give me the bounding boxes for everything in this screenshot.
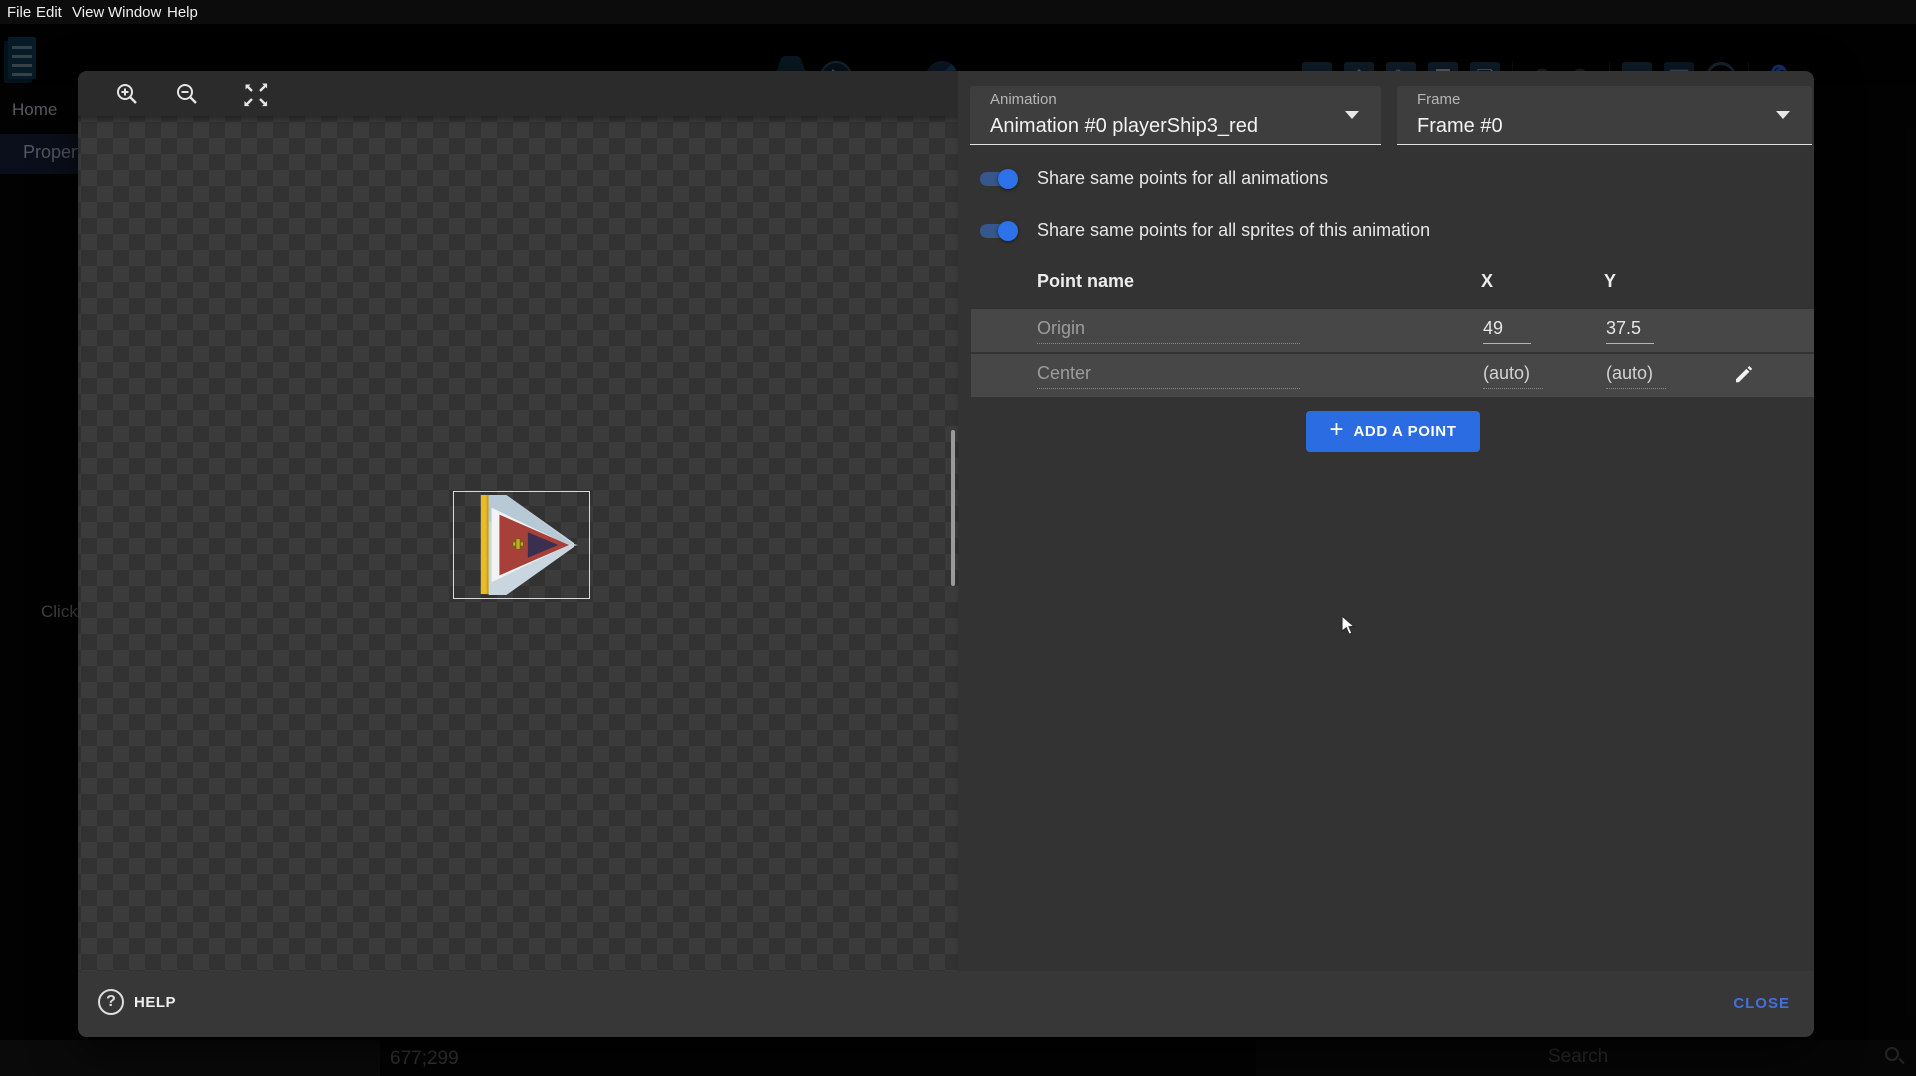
- sprite-selection-box[interactable]: [453, 491, 590, 599]
- add-point-label: ADD A POINT: [1354, 423, 1457, 440]
- column-header-x: X: [1481, 271, 1493, 292]
- edit-points-dialog: Animation Animation #0 playerShip3_red F…: [78, 71, 1814, 1037]
- app-window: File Edit View Window Help PREVIEW PUBLI…: [0, 0, 1916, 1076]
- canvas-toolbar: [78, 71, 958, 116]
- plus-icon: +: [1329, 418, 1343, 442]
- toggle-thumb: [998, 221, 1018, 241]
- column-header-point-name: Point name: [1037, 271, 1134, 292]
- dialog-footer: ? HELP CLOSE: [78, 971, 1814, 1037]
- close-button[interactable]: CLOSE: [1717, 991, 1806, 1016]
- table-row-center[interactable]: Center (auto) (auto): [971, 354, 1814, 397]
- menu-help[interactable]: Help: [167, 4, 198, 21]
- zoom-out-icon[interactable]: [175, 82, 199, 106]
- point-y-field[interactable]: (auto): [1606, 363, 1666, 389]
- frame-select-value: Frame #0: [1417, 115, 1503, 138]
- column-header-y: Y: [1604, 271, 1616, 292]
- animation-select-value: Animation #0 playerShip3_red: [990, 115, 1258, 138]
- mouse-cursor: [1341, 615, 1357, 642]
- fit-to-screen-icon[interactable]: [243, 82, 267, 106]
- point-name-field[interactable]: Origin: [1037, 318, 1300, 344]
- help-icon: ?: [98, 989, 124, 1015]
- edit-point-pencil-icon[interactable]: [1732, 362, 1756, 386]
- chevron-down-icon: [1345, 111, 1359, 119]
- share-all-sprites-toggle[interactable]: [978, 219, 1018, 243]
- point-name-field[interactable]: Center: [1037, 363, 1300, 389]
- point-x-field[interactable]: 49: [1483, 318, 1531, 344]
- chevron-down-icon: [1776, 111, 1790, 119]
- point-y-field[interactable]: 37.5: [1606, 318, 1654, 344]
- sprite-canvas[interactable]: [78, 116, 958, 971]
- point-x-field[interactable]: (auto): [1483, 363, 1543, 389]
- share-all-sprites-label: Share same points for all sprites of thi…: [1037, 220, 1430, 241]
- share-all-animations-label: Share same points for all animations: [1037, 168, 1328, 189]
- animation-select-label: Animation: [990, 91, 1057, 108]
- frame-select[interactable]: Frame Frame #0: [1397, 86, 1812, 145]
- menu-view[interactable]: View: [72, 4, 104, 21]
- menu-edit[interactable]: Edit: [36, 4, 62, 21]
- player-ship-sprite: [454, 492, 589, 598]
- menu-window[interactable]: Window: [108, 4, 161, 21]
- toggle-thumb: [998, 169, 1018, 189]
- share-points-animations-row: Share same points for all animations: [978, 167, 1018, 191]
- help-button[interactable]: ? HELP: [98, 989, 176, 1015]
- points-panel: Animation Animation #0 playerShip3_red F…: [958, 71, 1814, 971]
- animation-select[interactable]: Animation Animation #0 playerShip3_red: [970, 86, 1381, 145]
- share-points-sprites-row: Share same points for all sprites of thi…: [978, 219, 1018, 243]
- zoom-in-icon[interactable]: [115, 82, 139, 106]
- share-all-animations-toggle[interactable]: [978, 167, 1018, 191]
- add-point-button[interactable]: + ADD A POINT: [1306, 411, 1480, 452]
- menu-bar: File Edit View Window Help: [0, 0, 1916, 24]
- table-row-origin[interactable]: Origin 49 37.5: [971, 309, 1814, 352]
- canvas-scrollbar[interactable]: [951, 430, 955, 586]
- help-label: HELP: [134, 994, 176, 1011]
- frame-select-label: Frame: [1417, 91, 1460, 108]
- menu-file[interactable]: File: [7, 4, 31, 21]
